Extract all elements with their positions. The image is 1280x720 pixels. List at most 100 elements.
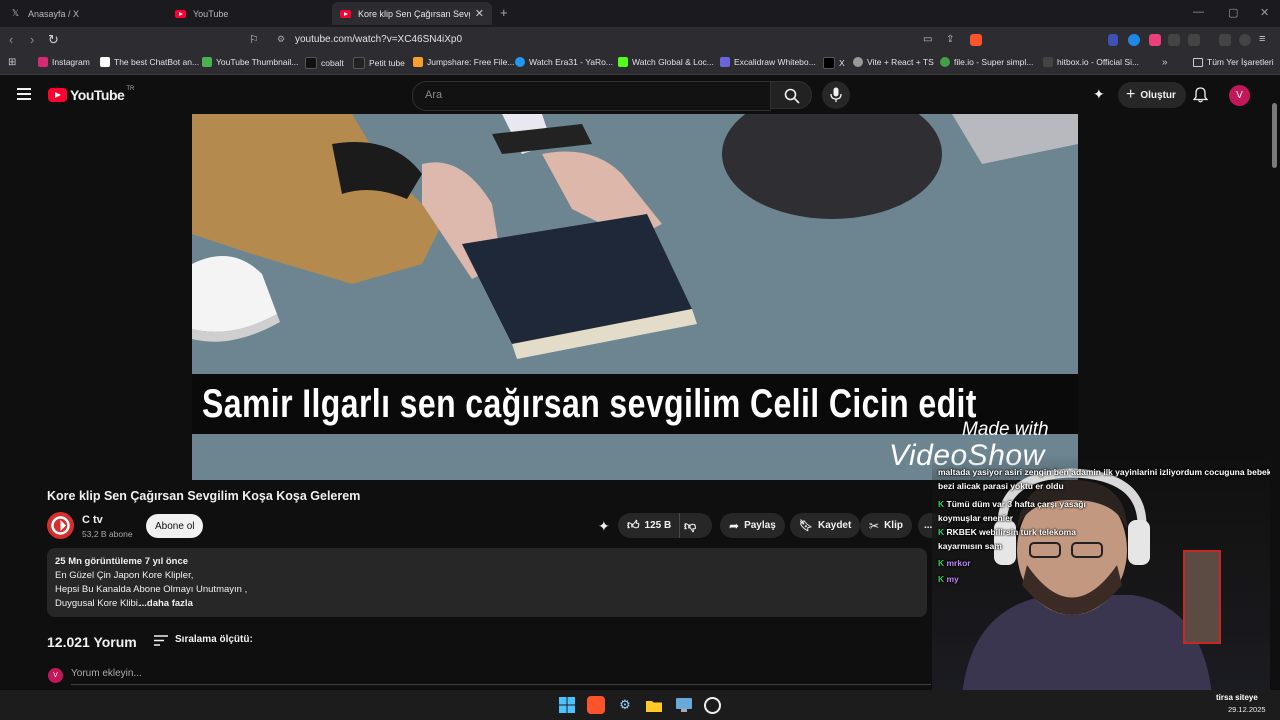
petittube-icon	[353, 57, 365, 69]
tab-x-home[interactable]: 𝕏 Anasayfa / X	[2, 2, 167, 25]
url-text: youtube.com/watch?v=XC46SN4iXp0	[295, 34, 463, 45]
description-line: En Güzel Çin Japon Kore Klipler,	[55, 570, 194, 581]
cobalt-icon	[305, 57, 317, 69]
bookmark-excalidraw[interactable]: Excalidraw Whitebo...	[720, 57, 816, 67]
youtube-logo[interactable]: YouTube TR	[48, 86, 135, 103]
bookmark-era31[interactable]: Watch Era31 - YaRo...	[515, 57, 613, 67]
bookmarks-overflow-button[interactable]: »	[1162, 57, 1168, 68]
subscribe-button[interactable]: Abone ol	[146, 514, 204, 538]
tab-current-video[interactable]: Kore klip Sen Çağırsan Sevgilim Koşa Koş…	[332, 2, 492, 25]
voice-search-button[interactable]	[822, 81, 850, 109]
file-explorer-icon[interactable]	[645, 696, 663, 714]
instagram-icon	[38, 57, 48, 67]
stream-overlay: maltada yasiyor asiri zengin ben adamin …	[932, 455, 1272, 695]
chat-message: K RKBEK webilirsin turk telekoma	[938, 527, 1076, 537]
vpn-icon[interactable]	[1239, 34, 1251, 46]
apps-grid-icon[interactable]: ⊞	[8, 57, 16, 68]
webcam-feed	[932, 455, 1272, 695]
folder-icon	[1193, 57, 1203, 67]
browser-tab-strip: 𝕏 Anasayfa / X YouTube Kore klip Sen Çağ…	[0, 0, 1280, 27]
windows-start-icon[interactable]	[558, 696, 576, 714]
create-label: Oluştur	[1140, 89, 1176, 101]
brave-browser-icon[interactable]	[587, 696, 605, 714]
channel-name[interactable]: C tv	[82, 514, 103, 526]
video-player[interactable]: Samir Ilgarlı sen cağırsan sevgilim Celi…	[192, 114, 1078, 480]
bookmark-thumbnail[interactable]: YouTube Thumbnail...	[202, 57, 298, 67]
description-box[interactable]: 25 Mn görüntüleme 7 yıl önce En Güzel Çi…	[47, 548, 927, 617]
tab-title: YouTube	[193, 8, 229, 19]
share-icon[interactable]: ⇪	[946, 34, 954, 45]
x-icon	[823, 57, 835, 69]
bookmark-x[interactable]: X	[823, 57, 845, 69]
bookmark-fileio[interactable]: file.io - Super simpl...	[940, 57, 1033, 67]
bookmark-cobalt[interactable]: cobalt	[305, 57, 344, 69]
sidebar-icon[interactable]	[1188, 34, 1200, 46]
bookmark-kick[interactable]: Watch Global & Loc...	[618, 57, 714, 67]
close-window-button[interactable]: ✕	[1260, 6, 1269, 19]
back-icon[interactable]: ‹	[9, 32, 13, 47]
page-scrollbar[interactable]	[1270, 75, 1280, 690]
video-title: Kore klip Sen Çağırsan Sevgilim Koşa Koş…	[47, 489, 361, 503]
brave-shield-icon[interactable]	[970, 34, 982, 46]
all-bookmarks-button[interactable]: Tüm Yer İşaretleri	[1193, 57, 1274, 67]
channel-avatar[interactable]	[47, 512, 74, 539]
tray-notification-text: tirsa siteye	[1216, 693, 1258, 702]
reload-icon[interactable]: ↻	[48, 32, 59, 48]
account-avatar[interactable]: V	[1229, 85, 1250, 106]
search-icon	[784, 88, 800, 104]
like-button[interactable]: 👍︎ 125 B	[618, 513, 680, 538]
show-more-link[interactable]: ...daha fazla	[139, 598, 193, 609]
maximize-button[interactable]: ▢	[1228, 6, 1238, 19]
close-tab-icon[interactable]: ✕	[475, 7, 484, 20]
bookmark-chatbot[interactable]: The best ChatBot an...	[100, 57, 199, 67]
create-button[interactable]: + Oluştur	[1118, 82, 1186, 108]
media-icon[interactable]	[1219, 34, 1231, 46]
menu-icon[interactable]: ≡	[1259, 33, 1265, 45]
sort-icon[interactable]	[154, 635, 168, 646]
chat-message: maltada yasiyor asiri zengin ben adamin …	[938, 467, 1272, 477]
channel-logo-icon	[51, 516, 70, 535]
forward-icon[interactable]: ›	[30, 32, 34, 47]
cast-icon[interactable]: ▭	[923, 34, 932, 45]
search-input[interactable]: Ara	[412, 81, 771, 111]
ai-summary-icon[interactable]: ✦	[598, 518, 610, 535]
site-info-icon[interactable]: ⚙	[277, 34, 285, 45]
taskbar-date[interactable]: 29.12.2025	[1228, 705, 1266, 714]
tab-title: Kore klip Sen Çağırsan Sevgilim Koşa Koş…	[358, 8, 470, 19]
minimize-button[interactable]: —	[1193, 6, 1204, 18]
desktop-app-icon[interactable]	[675, 696, 693, 714]
hitbox-icon	[1043, 57, 1053, 67]
bookmark-hitbox[interactable]: hitbox.io - Official Si...	[1043, 57, 1139, 67]
share-button[interactable]: ➦ Paylaş	[720, 513, 785, 538]
thumbnail-icon	[202, 57, 212, 67]
steam-icon[interactable]: ⚙	[616, 696, 634, 714]
excalidraw-icon	[720, 57, 730, 67]
tab-youtube[interactable]: YouTube	[167, 2, 332, 25]
extension-icon[interactable]	[1149, 34, 1161, 46]
url-field[interactable]: ⚙ youtube.com/watch?v=XC46SN4iXp0	[272, 30, 992, 50]
notifications-bell-icon[interactable]	[1193, 87, 1208, 103]
search-button[interactable]	[770, 81, 812, 109]
puzzle-icon[interactable]	[1168, 34, 1180, 46]
bookmark-instagram[interactable]: Instagram	[38, 57, 90, 67]
extension-icon[interactable]	[1108, 34, 1118, 46]
comment-count: 12.021 Yorum	[47, 634, 137, 650]
extension-ai-icon[interactable]: ✦	[1093, 86, 1105, 103]
sort-by-button[interactable]: Sıralama ölçütü:	[175, 634, 253, 645]
hamburger-menu-icon[interactable]	[17, 88, 31, 100]
logo-wordmark: YouTube	[70, 87, 125, 103]
clip-button[interactable]: ✂ Klip	[860, 513, 912, 538]
bookmark-petit-tube[interactable]: Petit tube	[353, 57, 405, 69]
bookmark-jumpshare[interactable]: Jumpshare: Free File...	[413, 57, 514, 67]
add-comment-input[interactable]: Yorum ekleyin...	[71, 668, 142, 679]
bookmark-vite[interactable]: Vite + React + TS	[853, 57, 934, 67]
dislike-button[interactable]: 👎︎	[684, 519, 696, 534]
obs-icon[interactable]	[704, 697, 721, 714]
plus-icon: +	[1126, 86, 1136, 103]
scrollbar-thumb[interactable]	[1272, 103, 1277, 168]
new-tab-button[interactable]: +	[500, 5, 508, 20]
kick-badge-icon: K	[938, 527, 947, 537]
extension-icon[interactable]	[1128, 34, 1140, 46]
save-button[interactable]: 🔖︎ Kaydet	[790, 513, 861, 538]
bookmark-icon[interactable]: ⚐	[249, 33, 259, 46]
